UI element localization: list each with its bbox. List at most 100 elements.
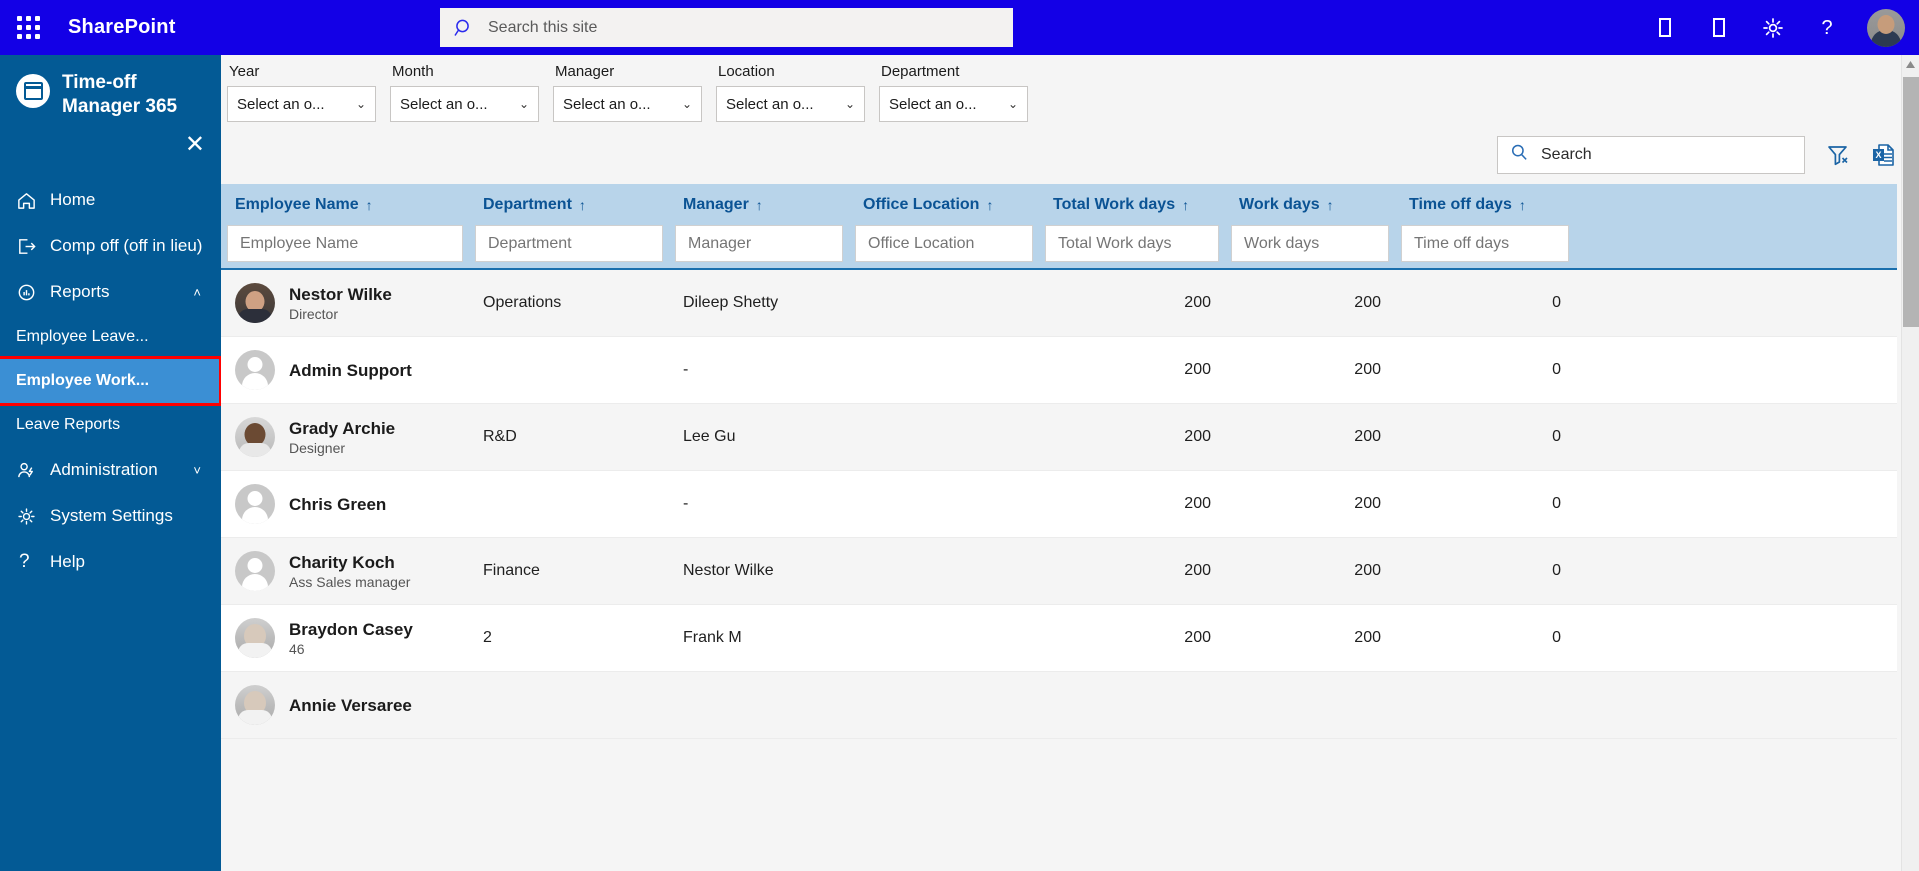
filter-input-total-work-days[interactable] <box>1045 225 1219 262</box>
employee-name: Admin Support <box>289 360 412 380</box>
table-row[interactable]: Chris Green - 200 200 0 <box>221 471 1897 538</box>
table-toolbar: Search X <box>221 122 1919 184</box>
month-select[interactable]: Select an o... ⌄ <box>390 86 539 122</box>
site-search-input[interactable]: Search this site <box>440 8 1013 47</box>
cell-dept: Finance <box>483 562 540 579</box>
column-header-time-off-days[interactable]: Time off days ↑ <box>1395 196 1575 214</box>
column-header-manager[interactable]: Manager ↑ <box>669 196 849 214</box>
filter-input-time-off-days[interactable] <box>1401 225 1569 262</box>
table-search-input[interactable]: Search <box>1497 136 1805 174</box>
column-header-work-days[interactable]: Work days ↑ <box>1225 196 1395 214</box>
vertical-scrollbar[interactable] <box>1901 55 1919 871</box>
year-select-value: Select an o... <box>237 95 325 113</box>
gear-icon <box>16 506 42 527</box>
sidebar-item-employee-leave[interactable]: Employee Leave... <box>0 315 221 359</box>
cell-dept: 2 <box>483 629 492 646</box>
cell-work: 200 <box>1354 428 1381 445</box>
filter-bar: Year Select an o... ⌄ Month Select an o.… <box>221 55 1919 122</box>
column-header-office-location[interactable]: Office Location ↑ <box>849 196 1039 214</box>
sidebar-item-reports[interactable]: Reports ˄ <box>0 269 221 315</box>
filter-input-work-days[interactable] <box>1231 225 1389 262</box>
scrollbar-thumb[interactable] <box>1903 77 1919 327</box>
sidebar-item-label: Comp off (off in lieu) <box>50 236 203 255</box>
signout-icon <box>16 236 42 257</box>
cell-manager: - <box>683 361 689 378</box>
cell-total: 200 <box>1184 562 1211 579</box>
sidebar-item-employee-work[interactable]: Employee Work... <box>0 356 222 406</box>
close-icon[interactable]: ✕ <box>185 133 205 157</box>
avatar <box>235 283 275 323</box>
filter-label: Location <box>718 63 775 80</box>
tofu-box-icon-1[interactable] <box>1651 14 1679 42</box>
sidebar-item-comp-off[interactable]: Comp off (off in lieu) <box>0 223 221 269</box>
column-header-total-work-days[interactable]: Total Work days ↑ <box>1039 196 1225 214</box>
avatar <box>235 484 275 524</box>
sidebar-item-label: System Settings <box>50 506 173 525</box>
cell-employee-name: Nestor Wilke Director <box>221 283 469 323</box>
cell-employee-name: Grady Archie Designer <box>221 417 469 457</box>
employee-name: Annie Versaree <box>289 695 412 715</box>
sidebar-item-home[interactable]: Home <box>0 177 221 223</box>
avatar <box>235 551 275 591</box>
scroll-up-arrow-icon[interactable] <box>1902 55 1919 73</box>
sidebar-item-label: Administration <box>50 460 158 479</box>
app-launcher-button[interactable] <box>0 0 56 55</box>
brand[interactable]: Time-off Manager 365 <box>0 55 221 119</box>
avatar[interactable] <box>1867 8 1905 47</box>
avatar <box>235 350 275 390</box>
site-search-placeholder: Search this site <box>488 18 598 36</box>
cell-employee-name: Braydon Casey 46 <box>221 618 469 658</box>
chevron-down-icon: ⌄ <box>844 97 855 111</box>
cell-employee-name: Chris Green <box>221 484 469 524</box>
table-row[interactable]: Braydon Casey 46 2 Frank M 200 200 0 <box>221 605 1897 672</box>
sidebar-item-leave-reports[interactable]: Leave Reports <box>0 403 221 447</box>
manager-select-value: Select an o... <box>563 95 651 113</box>
location-select-value: Select an o... <box>726 95 814 113</box>
filter-input-manager[interactable] <box>675 225 843 262</box>
tofu-box-icon-2[interactable] <box>1705 14 1733 42</box>
filter-input-employee-name[interactable] <box>227 225 463 262</box>
table-row[interactable]: Nestor Wilke Director Operations Dileep She… <box>221 270 1897 337</box>
sidebar-item-administration[interactable]: Administration ˅ <box>0 447 221 493</box>
table-row[interactable]: Grady Archie Designer R&D Lee Gu 200 200 0 <box>221 404 1897 471</box>
department-select[interactable]: Select an o... ⌄ <box>879 86 1028 122</box>
filter-input-office-location[interactable] <box>855 225 1033 262</box>
column-header-department[interactable]: Department ↑ <box>469 196 669 214</box>
year-select[interactable]: Select an o... ⌄ <box>227 86 376 122</box>
suite-bar: SharePoint Search this site ? <box>0 0 1919 55</box>
suite-title[interactable]: SharePoint <box>68 16 176 39</box>
table-row[interactable]: Charity Koch Ass Sales manager Finance Nest… <box>221 538 1897 605</box>
column-label: Employee Name <box>235 195 359 213</box>
filter-label: Month <box>392 63 434 80</box>
sidebar-item-system-settings[interactable]: System Settings <box>0 493 221 539</box>
filter-label: Manager <box>555 63 615 80</box>
sidebar-item-help[interactable]: ? Help <box>0 539 221 585</box>
sidebar-item-label: Help <box>50 552 85 571</box>
table-row[interactable]: Admin Support - 200 200 0 <box>221 337 1897 404</box>
sort-asc-icon: ↑ <box>365 196 373 213</box>
help-icon[interactable]: ? <box>1813 14 1841 42</box>
manager-select[interactable]: Select an o... ⌄ <box>553 86 702 122</box>
brand-line-1: Time-off <box>62 72 137 93</box>
table-row[interactable]: Annie Versaree <box>221 672 1897 739</box>
filter-label: Department <box>881 63 960 80</box>
cell-employee-name: Admin Support <box>221 350 469 390</box>
chevron-down-icon: ˅ <box>193 462 201 478</box>
filter-input-department[interactable] <box>475 225 663 262</box>
column-label: Manager <box>683 195 749 213</box>
excel-export-icon[interactable]: X <box>1871 142 1897 168</box>
location-select[interactable]: Select an o... ⌄ <box>716 86 865 122</box>
sort-asc-icon: ↑ <box>1326 196 1334 213</box>
gear-icon[interactable] <box>1759 14 1787 42</box>
column-label: Department <box>483 195 572 213</box>
chevron-up-icon: ˄ <box>193 284 201 300</box>
sort-asc-icon: ↑ <box>1182 196 1190 213</box>
filter-clear-icon[interactable] <box>1825 142 1851 168</box>
cell-manager: Nestor Wilke <box>683 562 774 579</box>
chevron-down-icon: ⌄ <box>681 97 692 111</box>
column-header-employee-name[interactable]: Employee Name ↑ <box>221 196 469 214</box>
cell-work: 200 <box>1354 294 1381 311</box>
svg-text:X: X <box>1875 150 1881 160</box>
table-header-row: Employee Name ↑ Department ↑ Manager ↑ O… <box>221 184 1897 225</box>
sidebar-subitem-label: Employee Work... <box>16 372 150 389</box>
